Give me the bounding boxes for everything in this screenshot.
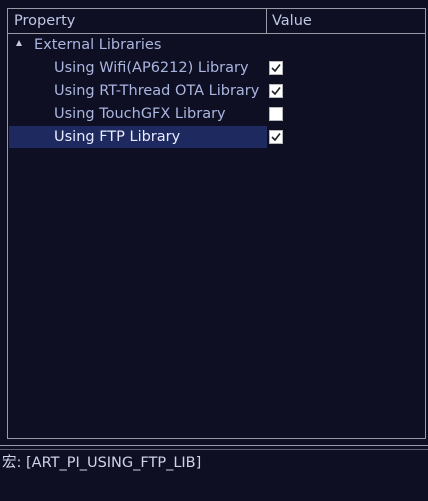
property-row-wifi[interactable]: Using Wifi(AP6212) Library	[8, 57, 425, 79]
group-row-external-libraries[interactable]: External Libraries	[8, 34, 425, 56]
splitter[interactable]	[0, 445, 428, 446]
checkbox-touchgfx[interactable]	[269, 107, 283, 121]
checkmark-icon	[271, 64, 281, 73]
expand-triangle-icon[interactable]	[16, 40, 22, 46]
grid-header: Property Value	[8, 9, 425, 34]
property-row-ftp[interactable]: Using FTP Library	[8, 126, 425, 148]
checkmark-icon	[271, 133, 281, 142]
property-label: Using FTP Library	[54, 129, 181, 145]
description-text: 宏: [ART_PI_USING_FTP_LIB]	[2, 455, 202, 471]
property-grid: Property Value External Libraries Using …	[7, 8, 426, 439]
checkbox-wifi[interactable]	[269, 61, 283, 75]
group-label: External Libraries	[34, 37, 162, 53]
checkmark-icon	[271, 87, 281, 96]
panel-border	[0, 449, 428, 450]
checkbox-rt-thread-ota[interactable]	[269, 84, 283, 98]
property-row-rt-thread-ota[interactable]: Using RT-Thread OTA Library	[8, 80, 425, 102]
column-header-value[interactable]: Value	[272, 9, 312, 33]
description-panel: 宏: [ART_PI_USING_FTP_LIB]	[0, 445, 428, 501]
column-divider[interactable]	[266, 9, 267, 33]
column-header-property[interactable]: Property	[14, 9, 75, 33]
property-label: Using TouchGFX Library	[54, 106, 226, 122]
property-row-touchgfx[interactable]: Using TouchGFX Library	[8, 103, 425, 125]
property-label: Using RT-Thread OTA Library	[54, 83, 260, 99]
property-label: Using Wifi(AP6212) Library	[54, 60, 249, 76]
property-window: Property Value External Libraries Using …	[0, 0, 428, 501]
checkbox-ftp[interactable]	[269, 130, 283, 144]
